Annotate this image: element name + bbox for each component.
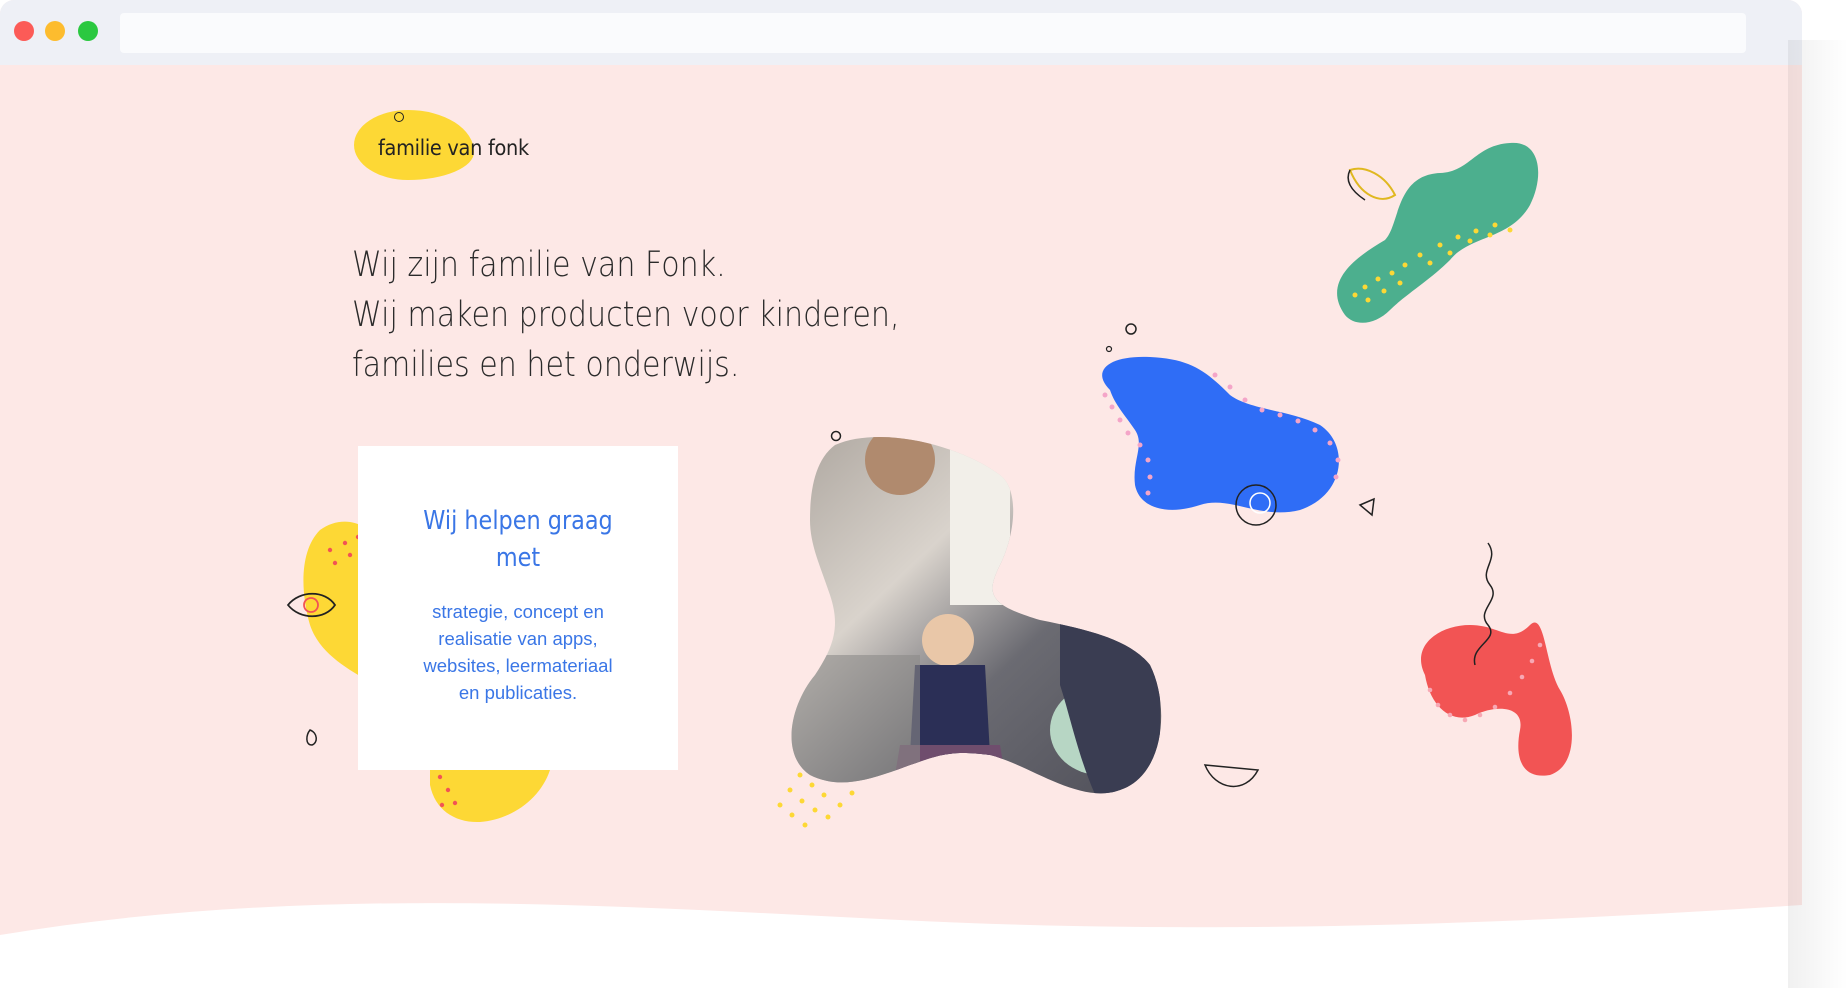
card-title-line-1: Wij helpen graag: [423, 506, 613, 536]
window-shadow: [1788, 40, 1848, 988]
minimize-window-button[interactable]: [45, 21, 65, 41]
close-window-button[interactable]: [14, 21, 34, 41]
yellow-bottom-blob-shape: [430, 770, 550, 823]
site-logo[interactable]: familie van fonk: [354, 106, 544, 186]
hero-line-1: Wij zijn familie van Fonk.: [352, 245, 726, 285]
logo-ring-icon: [394, 112, 404, 122]
hero-headline: Wij zijn familie van Fonk. Wij maken pro…: [352, 240, 900, 390]
card-body-line-1: strategie, concept en: [432, 601, 604, 622]
half-circle-outline: [1203, 764, 1260, 787]
card-body-line-2: realisatie van apps,: [438, 628, 598, 649]
logo-text: familie van fonk: [378, 136, 529, 160]
services-card: Wij helpen graag met strategie, concept …: [358, 446, 678, 770]
hero-line-2: Wij maken producten voor kinderen,: [352, 295, 900, 335]
red-blob-shape: [1421, 622, 1572, 776]
browser-window: familie van fonk Wij zijn familie van Fo…: [0, 0, 1802, 988]
card-title-line-2: met: [495, 543, 541, 573]
card-body-line-4: en publicaties.: [458, 682, 578, 703]
small-triangle-outline: [1358, 497, 1375, 517]
services-card-title: Wij helpen graag met: [380, 503, 655, 577]
address-bar[interactable]: [120, 13, 1746, 53]
hero-photo: [791, 436, 1162, 794]
browser-titlebar: [0, 0, 1802, 65]
bottom-wave: [0, 903, 1802, 988]
page-content: familie van fonk Wij zijn familie van Fo…: [0, 65, 1802, 988]
blue-blob-shape: [1102, 356, 1339, 513]
services-card-body: strategie, concept en realisatie van app…: [358, 598, 678, 706]
small-drop-outline: [306, 729, 317, 746]
black-arc-outline: [1347, 169, 1366, 201]
maximize-window-button[interactable]: [78, 21, 98, 41]
hero-line-3: families en het onderwijs.: [352, 345, 740, 385]
card-body-line-3: websites, leermateriaal: [423, 655, 613, 676]
decorative-shapes: [286, 142, 1572, 828]
